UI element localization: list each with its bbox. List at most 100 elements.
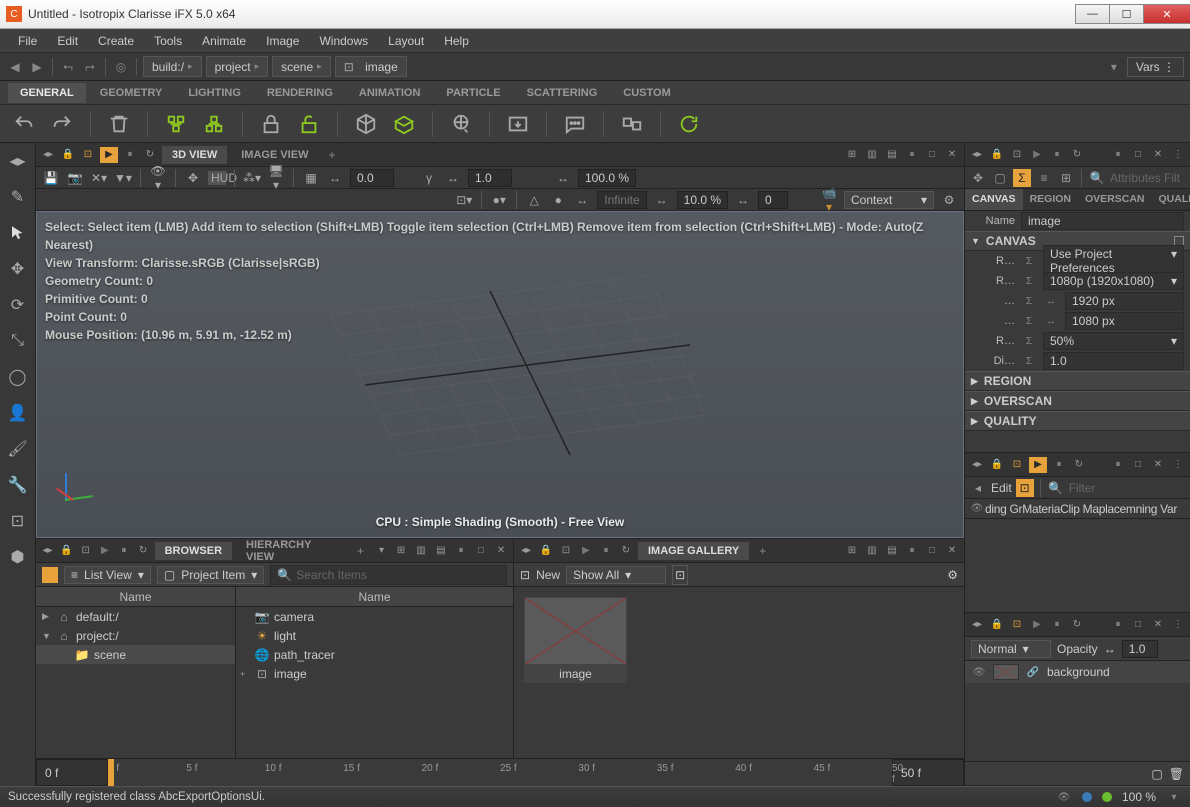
monitor-icon[interactable]: 🖥▾ xyxy=(267,164,285,192)
status-eye-icon[interactable]: 👁 xyxy=(1056,789,1072,805)
attr-field[interactable]: 1080 px xyxy=(1065,312,1184,330)
box-icon[interactable] xyxy=(352,110,380,138)
arrows-h2-icon[interactable]: ↔ xyxy=(444,171,462,185)
list-item[interactable]: ☀light xyxy=(236,626,513,645)
menu-layout[interactable]: Layout xyxy=(378,34,434,48)
play-icon[interactable]: ▶ xyxy=(578,543,594,559)
eye-icon[interactable]: 👁 xyxy=(971,664,987,680)
x-icon[interactable]: ✕ xyxy=(493,543,509,559)
globe-refresh-icon[interactable] xyxy=(447,110,475,138)
menu-tools[interactable]: Tools xyxy=(144,34,192,48)
filter-input[interactable]: Filter xyxy=(1069,481,1186,495)
play-icon[interactable]: ▶ xyxy=(97,543,112,559)
mx-icon[interactable]: □ xyxy=(1130,617,1146,633)
attrtab-overscan[interactable]: OVERSCAN xyxy=(1078,189,1152,210)
add-tab-icon[interactable]: + xyxy=(322,148,341,162)
browser-home-icon[interactable] xyxy=(42,567,58,583)
nav-target-icon[interactable]: ◎ xyxy=(112,58,130,76)
pause-icon[interactable]: ⏸ xyxy=(116,543,131,559)
sp-icon[interactable]: ⏸ xyxy=(904,543,920,559)
attr-field[interactable]: 1920 px xyxy=(1065,292,1184,310)
attr-field[interactable]: 50%▾ xyxy=(1043,332,1184,350)
hud-icon[interactable]: HUD xyxy=(208,171,226,185)
refresh-icon[interactable]: ↻ xyxy=(135,543,150,559)
arrows-icon[interactable]: ↔ xyxy=(573,193,591,207)
tab-hierarchy[interactable]: HIERARCHY VIEW xyxy=(236,536,347,566)
link-icon[interactable]: 🔗 xyxy=(1025,664,1041,680)
settings-icon[interactable]: ⚙ xyxy=(940,193,958,207)
arrows-h-icon[interactable]: ↔ xyxy=(326,171,344,185)
breadcrumb-scene[interactable]: scene▸ xyxy=(272,56,331,77)
pause-icon[interactable]: ⏸ xyxy=(122,147,138,163)
cattab-general[interactable]: GENERAL xyxy=(8,83,86,103)
menu-image[interactable]: Image xyxy=(256,34,309,48)
hex-tool-icon[interactable]: ⬢ xyxy=(6,545,30,569)
g2-icon[interactable]: ▥ xyxy=(864,543,880,559)
sliders2-icon[interactable]: ⊞ xyxy=(1057,169,1075,187)
lock-icon[interactable] xyxy=(257,110,285,138)
more-icon[interactable]: ⋮ xyxy=(1170,147,1186,163)
filter-dropdown[interactable]: ▢ Project Item ▾ xyxy=(157,566,264,584)
menu-windows[interactable]: Windows xyxy=(309,34,378,48)
crop-tool-icon[interactable]: ⊡ xyxy=(6,509,30,533)
undo-icon[interactable] xyxy=(10,110,38,138)
x-icon[interactable]: ✕ xyxy=(944,543,960,559)
gamma-icon[interactable]: γ xyxy=(420,171,438,185)
more-icon[interactable]: ⋮ xyxy=(1170,457,1186,473)
arrows3-icon[interactable]: ↔ xyxy=(734,193,752,207)
move-icon[interactable]: ✥ xyxy=(184,171,202,185)
cattab-geometry[interactable]: GEOMETRY xyxy=(88,83,175,103)
lock-icon[interactable]: 🔒 xyxy=(989,147,1005,163)
close-button[interactable]: ✕ xyxy=(1143,4,1190,24)
eye-icon[interactable]: 👁▾ xyxy=(149,164,167,192)
dot-icon[interactable]: ●▾ xyxy=(490,193,508,207)
context-dropdown[interactable]: Context▾ xyxy=(844,191,934,209)
brush-tool-icon[interactable]: 🖌 xyxy=(6,437,30,461)
sp-icon[interactable]: ⏸ xyxy=(1110,617,1126,633)
gear-icon[interactable]: ⚙ xyxy=(947,568,958,582)
list-item[interactable]: 📷camera xyxy=(236,607,513,626)
move-tool-icon[interactable]: ✥ xyxy=(6,257,30,281)
tree-row[interactable]: ▶⌂default:/ xyxy=(36,607,235,626)
pause-icon[interactable]: ⏸ xyxy=(1051,457,1067,473)
menu-create[interactable]: Create xyxy=(88,34,144,48)
cattab-particle[interactable]: PARTICLE xyxy=(434,83,512,103)
breadcrumb-project[interactable]: project▸ xyxy=(206,56,269,77)
scale-tool-icon[interactable]: ⤡ xyxy=(6,329,30,353)
box-open-icon[interactable] xyxy=(390,110,418,138)
grid2h-icon[interactable]: ▤ xyxy=(884,147,900,163)
redo-icon[interactable] xyxy=(48,110,76,138)
layer-add-icon[interactable]: ▢ xyxy=(1151,767,1162,781)
minimize-button[interactable]: — xyxy=(1075,4,1110,24)
value-1[interactable]: 0.0 xyxy=(350,169,394,187)
timeline-start[interactable]: 0 f xyxy=(36,759,108,786)
refresh-icon[interactable]: ↻ xyxy=(1069,147,1085,163)
gallery-thumb[interactable]: image xyxy=(524,597,627,748)
mx-icon[interactable]: □ xyxy=(1130,147,1146,163)
user-tool-icon[interactable]: 👤 xyxy=(6,401,30,425)
eye-icon[interactable]: 👁 xyxy=(969,501,985,517)
sp-icon[interactable]: ⏸ xyxy=(1110,147,1126,163)
dd-icon[interactable]: ▾ xyxy=(374,543,389,559)
maximize-button[interactable]: ☐ xyxy=(1109,4,1144,24)
lock-icon[interactable]: 🔒 xyxy=(989,457,1005,473)
tab-browser[interactable]: BROWSER xyxy=(155,542,232,560)
play-icon[interactable]: ▶ xyxy=(1029,457,1047,473)
lock-icon[interactable]: 🔒 xyxy=(989,617,1005,633)
select-tool-icon[interactable] xyxy=(6,221,30,245)
rotate-tool-icon[interactable]: ⟳ xyxy=(6,293,30,317)
lasso-tool-icon[interactable]: ◯ xyxy=(6,365,30,389)
g4-icon[interactable]: ⊞ xyxy=(393,543,409,559)
pin-icon[interactable]: ⊡ xyxy=(558,543,574,559)
nav-up-icon[interactable]: ⮢ xyxy=(59,58,77,76)
pin-icon[interactable]: ⊡ xyxy=(1009,617,1025,633)
tab-gallery[interactable]: IMAGE GALLERY xyxy=(638,542,749,560)
zoom-value[interactable]: 100.0 % xyxy=(578,169,636,187)
x-icon[interactable]: ✕ xyxy=(1150,617,1166,633)
status-chevron-icon[interactable]: ▾ xyxy=(1166,789,1182,805)
sp-icon[interactable]: ⏸ xyxy=(453,543,469,559)
collapse-icon[interactable]: ◂▸ xyxy=(40,147,56,163)
menu-edit[interactable]: Edit xyxy=(47,34,88,48)
v3-field[interactable]: 0 xyxy=(758,191,788,209)
vars-button[interactable]: Vars ⋮ xyxy=(1127,57,1184,77)
